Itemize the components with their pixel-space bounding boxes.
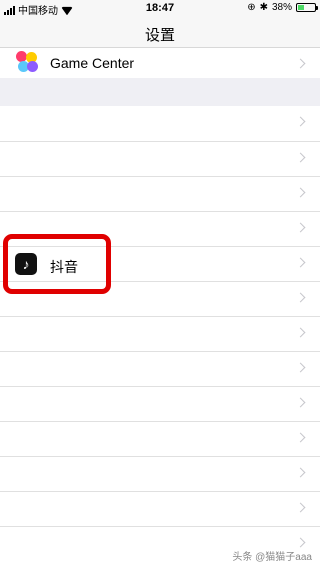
settings-row[interactable] [0, 421, 320, 456]
bluetooth-icon: ✱ [259, 2, 268, 13]
navigation-bar: 设置 [0, 18, 320, 48]
chevron-right-icon [295, 502, 306, 513]
battery-icon [296, 3, 318, 12]
section-separator [0, 78, 320, 106]
status-right: ⊕ ✱ 38% [247, 2, 318, 13]
settings-row[interactable] [0, 491, 320, 526]
rotation-lock-icon: ⊕ [247, 2, 256, 13]
chevron-right-icon [295, 537, 306, 548]
chevron-right-icon [295, 116, 306, 127]
chevron-right-icon [295, 467, 306, 478]
chevron-right-icon [295, 58, 306, 69]
battery-fill [298, 5, 305, 10]
settings-row[interactable] [0, 176, 320, 211]
chevron-right-icon [295, 362, 306, 373]
status-bar: 中国移动 18:47 ⊕ ✱ 38% [0, 0, 320, 18]
settings-row[interactable] [0, 351, 320, 386]
highlight-annotation [3, 234, 111, 294]
settings-row[interactable] [0, 316, 320, 351]
chevron-right-icon [295, 292, 306, 303]
battery-percent: 38% [271, 2, 292, 13]
app-settings-list: ♪ 抖音 [0, 106, 320, 569]
page-title: 设置 [144, 27, 175, 44]
settings-row[interactable] [0, 456, 320, 491]
chevron-right-icon [295, 187, 306, 198]
settings-row[interactable] [0, 106, 320, 141]
chevron-right-icon [295, 222, 306, 233]
chevron-right-icon [295, 327, 306, 338]
game-center-label: Game Center [50, 55, 135, 71]
settings-row[interactable] [0, 386, 320, 421]
chevron-right-icon [295, 397, 306, 408]
settings-row-game-center[interactable]: Game Center [0, 48, 320, 78]
settings-row[interactable] [0, 141, 320, 176]
chevron-right-icon [295, 152, 306, 163]
watermark: 头条 @猫猫子aaa [232, 552, 312, 563]
chevron-right-icon [295, 432, 306, 443]
chevron-right-icon [295, 257, 306, 268]
game-center-icon [16, 51, 38, 73]
